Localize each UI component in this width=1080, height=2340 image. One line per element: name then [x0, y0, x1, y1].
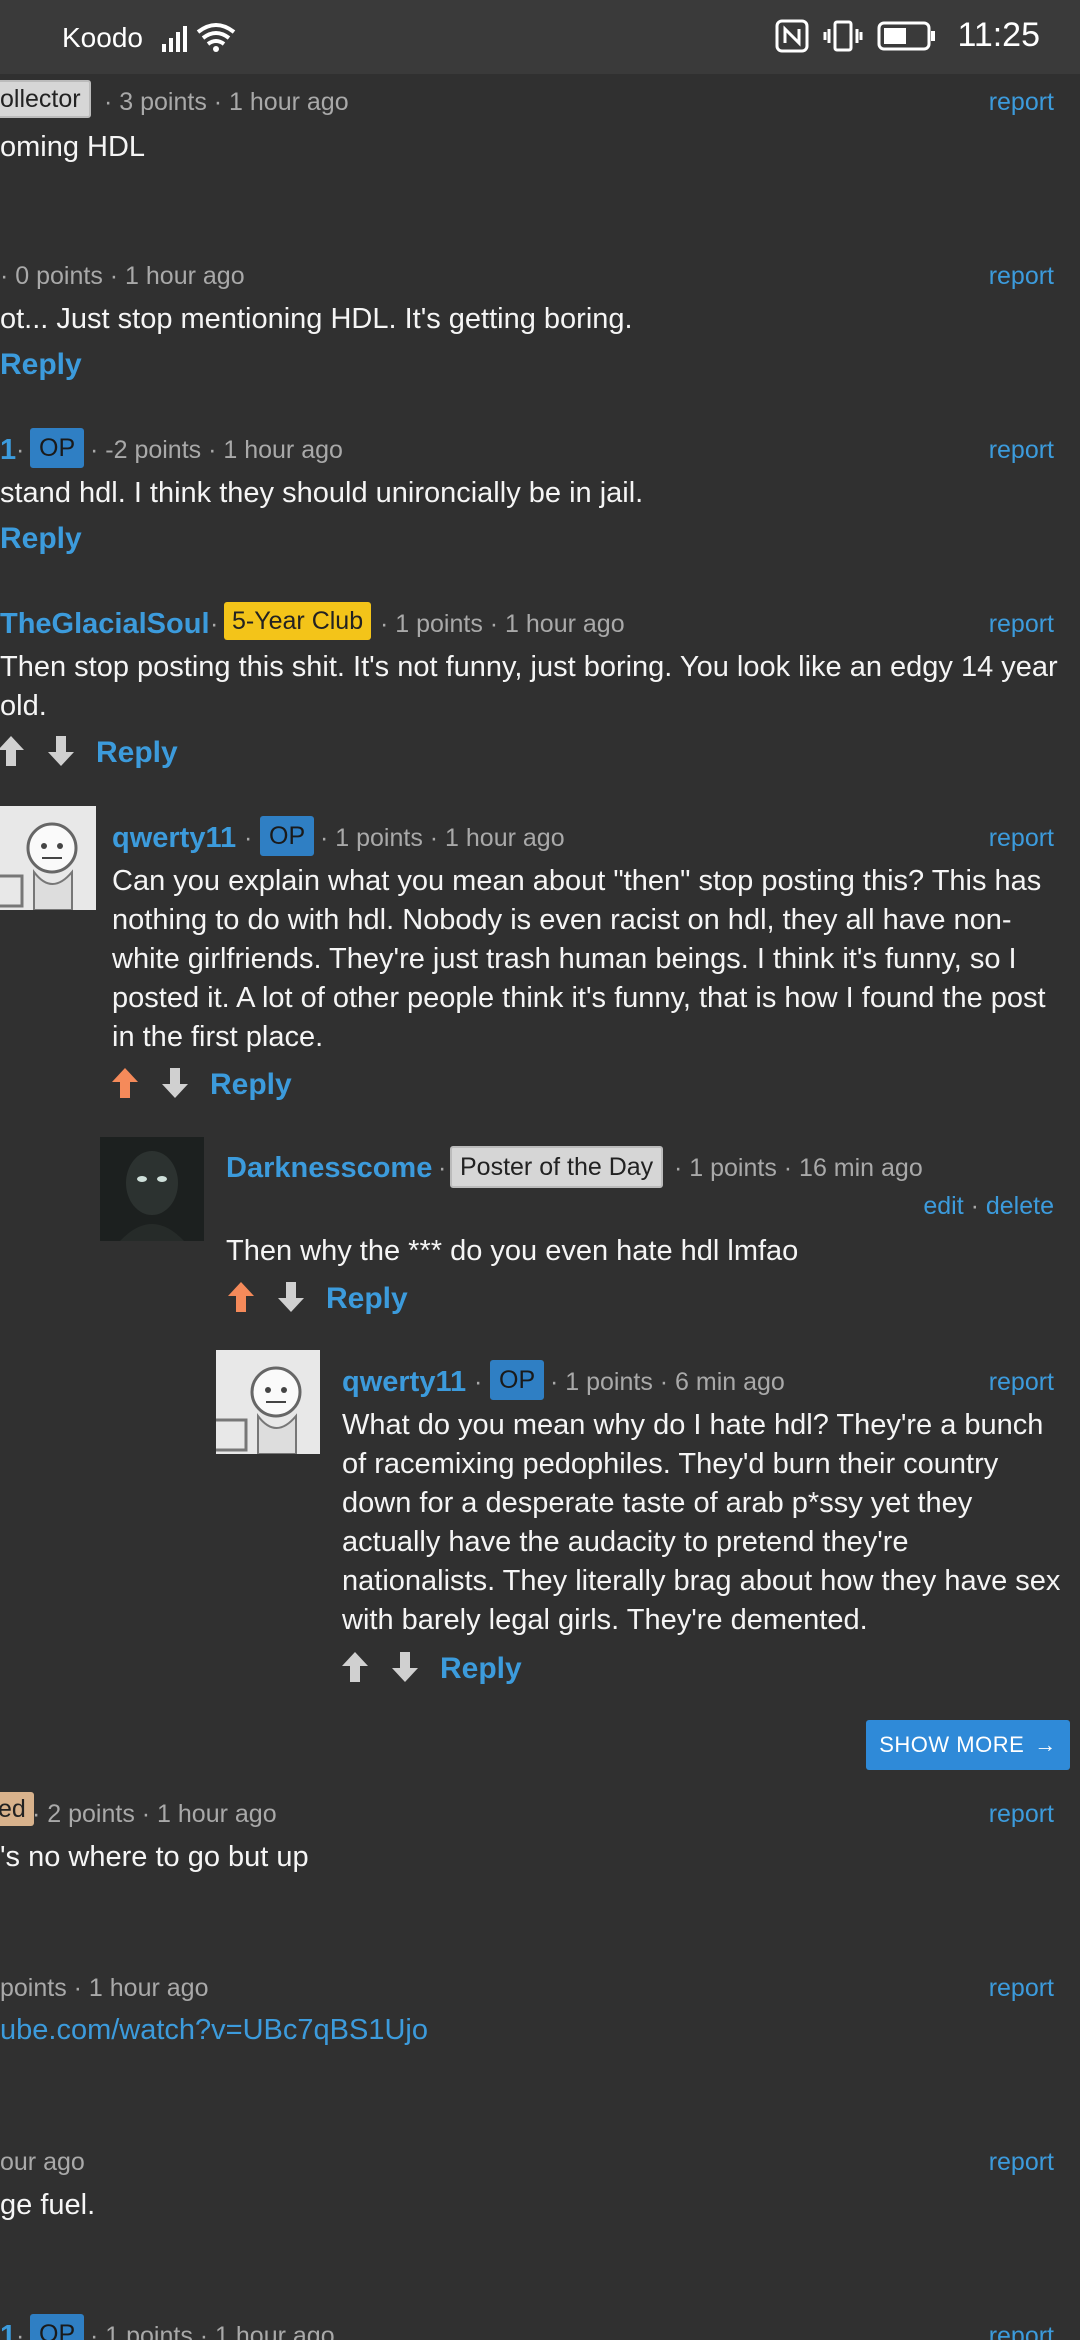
op-badge: OP — [490, 1360, 545, 1400]
comment-text: ot... Just stop mentioning HDL. It's get… — [0, 303, 633, 335]
vibrate-icon — [823, 20, 863, 51]
separator: · — [210, 610, 219, 638]
comment-meta: · 1 points · 6 min ago — [550, 1368, 785, 1396]
separator: · — [244, 824, 253, 852]
op-badge: OP — [30, 2314, 85, 2340]
separator: · — [970, 1192, 979, 1220]
comment-text: 's no where to go but up — [0, 1841, 309, 1873]
comment-username[interactable]: TheGlacialSoul — [0, 608, 210, 641]
clock: 11:25 — [957, 16, 1040, 54]
report-link[interactable]: report — [989, 824, 1054, 853]
upvote-icon[interactable] — [340, 1650, 370, 1684]
carrier-label: Koodo — [62, 22, 143, 53]
comment-meta: · 0 points · 1 hour ago — [0, 262, 245, 290]
upvote-icon[interactable] — [110, 1066, 140, 1100]
comment-meta: · -2 points · 1 hour ago — [90, 436, 343, 464]
comment-meta: · 1 points · 1 hour ago — [90, 2322, 335, 2340]
show-more-button[interactable]: SHOW MORE → — [866, 1720, 1070, 1770]
youtube-link[interactable]: ube.com/watch?v=UBc7qBS1Ujo — [0, 2014, 428, 2047]
battery-icon — [877, 21, 936, 50]
five-year-club-badge: 5-Year Club — [224, 602, 372, 640]
reply-button[interactable]: Reply — [440, 1652, 522, 1686]
comment-meta: · 1 points · 16 min ago — [674, 1154, 923, 1182]
signal-wifi-icon — [162, 23, 236, 52]
edit-delete-actions: edit · delete — [923, 1192, 1054, 1221]
reply-button[interactable]: Reply — [0, 348, 82, 382]
separator: · — [438, 1154, 447, 1182]
avatar[interactable] — [0, 806, 96, 910]
status-bar: Koodo 11:25 — [0, 0, 1080, 74]
comment-meta: points · 1 hour ago — [0, 1974, 209, 2002]
rage-comic-avatar-icon — [0, 806, 96, 910]
user-flair-badge: ollector — [0, 80, 91, 118]
comment-meta: · 1 points · 1 hour ago — [320, 824, 565, 852]
report-link[interactable]: report — [989, 1368, 1054, 1397]
upvote-icon[interactable] — [0, 734, 26, 768]
comment-thread: ollector · 3 points · 1 hour ago report … — [0, 74, 1080, 2340]
report-link[interactable]: report — [989, 1800, 1054, 1829]
comment-meta: our ago — [0, 2148, 85, 2176]
comment-username[interactable]: 1 — [0, 2320, 16, 2340]
nfc-icon — [775, 19, 809, 52]
comment-meta: · 2 points · 1 hour ago — [32, 1800, 277, 1828]
separator: · — [474, 1368, 483, 1396]
comment-text: stand hdl. I think they should unironcia… — [0, 477, 644, 509]
upvote-icon[interactable] — [226, 1280, 256, 1314]
op-badge: OP — [30, 428, 85, 468]
show-more-label: SHOW MORE — [879, 1732, 1025, 1757]
comment-text: What do you mean why do I hate hdl? They… — [342, 1409, 1061, 1636]
reply-button[interactable]: Reply — [210, 1068, 292, 1102]
report-link[interactable]: report — [989, 610, 1054, 639]
report-link[interactable]: report — [989, 262, 1054, 291]
comment-text: oming HDL — [0, 131, 146, 163]
report-link[interactable]: report — [989, 436, 1054, 465]
comment-text: Can you explain what you mean about "the… — [112, 865, 1046, 1053]
dark-figure-avatar-icon — [100, 1137, 204, 1241]
comment-text: Then why the *** do you even hate hdl lm… — [226, 1235, 799, 1267]
reply-button[interactable]: Reply — [96, 736, 178, 770]
comment-meta: · 1 points · 1 hour ago — [380, 610, 625, 638]
avatar[interactable] — [100, 1137, 204, 1241]
downvote-icon[interactable] — [160, 1066, 190, 1100]
arrow-right-icon: → — [1034, 1732, 1057, 1757]
op-badge: OP — [260, 816, 315, 856]
comment-username[interactable]: qwerty11 — [112, 822, 236, 855]
comment-text: ge fuel. — [0, 2189, 96, 2221]
report-link[interactable]: report — [989, 2148, 1054, 2177]
comment-username[interactable]: 1 — [0, 434, 16, 467]
downvote-icon[interactable] — [46, 734, 76, 768]
delete-link[interactable]: delete — [986, 1192, 1054, 1220]
reply-button[interactable]: Reply — [0, 522, 82, 556]
user-flair-badge: ed — [0, 1792, 34, 1826]
report-link[interactable]: report — [989, 2322, 1054, 2340]
poster-of-the-day-badge: Poster of the Day — [450, 1146, 664, 1188]
comment-username[interactable]: Darknesscome — [226, 1152, 432, 1185]
comment-username[interactable]: qwerty11 — [342, 1366, 466, 1399]
separator: · — [16, 2322, 25, 2340]
reply-button[interactable]: Reply — [326, 1282, 408, 1316]
avatar[interactable] — [216, 1350, 320, 1454]
separator: · — [16, 436, 25, 464]
report-link[interactable]: report — [989, 1974, 1054, 2003]
comment-meta: · 3 points · 1 hour ago — [104, 88, 349, 116]
edit-link[interactable]: edit — [923, 1192, 963, 1220]
rage-comic-avatar-icon — [216, 1350, 320, 1454]
comment-text: Then stop posting this shit. It's not fu… — [0, 651, 1058, 722]
report-link[interactable]: report — [989, 88, 1054, 117]
downvote-icon[interactable] — [276, 1280, 306, 1314]
downvote-icon[interactable] — [390, 1650, 420, 1684]
